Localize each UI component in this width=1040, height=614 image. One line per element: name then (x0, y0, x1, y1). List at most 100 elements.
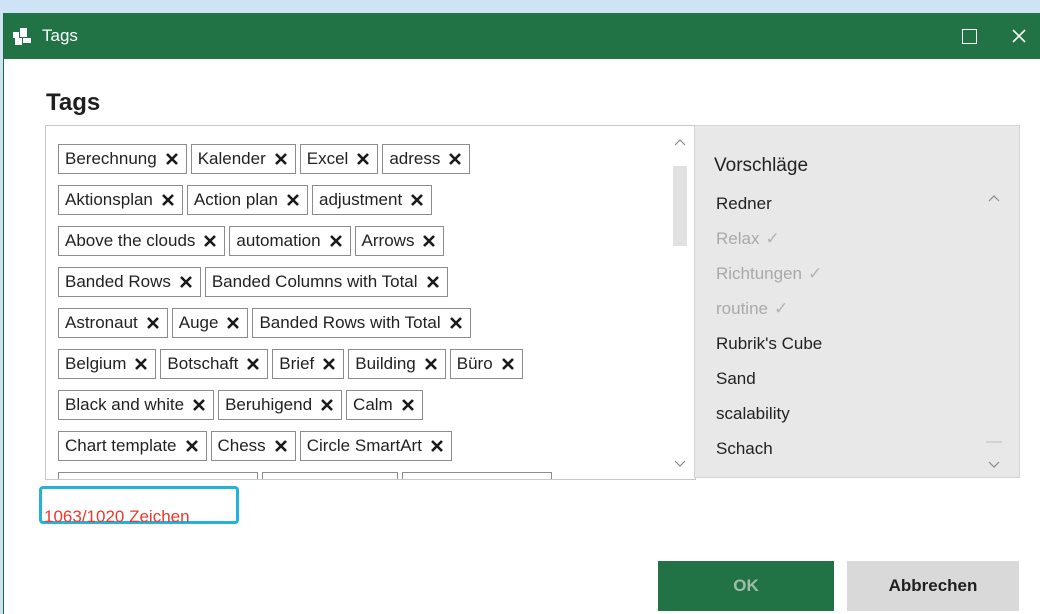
suggestion-item[interactable]: routine ✓ (716, 299, 788, 319)
tag-chip[interactable]: Brief (272, 349, 345, 379)
tag-label: Banded Columns with Total (211, 272, 418, 291)
suggestion-label: routine (716, 299, 768, 318)
scroll-thumb[interactable] (986, 441, 1002, 443)
remove-tag-icon[interactable] (286, 193, 300, 207)
tag-chip[interactable]: Chart template (58, 431, 207, 461)
tag-chip[interactable]: Büro (449, 349, 523, 379)
tag-label: Büro (456, 354, 493, 373)
tag-chip[interactable]: Arrows (354, 226, 445, 256)
tag-row: Belgium Botschaft Brief Building Büro (58, 349, 523, 379)
remove-tag-icon[interactable] (226, 316, 240, 330)
close-icon (1012, 29, 1026, 43)
tag-chip[interactable]: Auge (171, 308, 249, 338)
remove-tag-icon[interactable] (146, 316, 160, 330)
tag-chip[interactable]: Chess (210, 431, 296, 461)
scroll-up-icon[interactable] (674, 138, 686, 146)
remove-tag-icon[interactable] (448, 152, 462, 166)
ok-button[interactable]: OK (658, 561, 834, 611)
scroll-up-icon[interactable] (988, 194, 1000, 202)
tag-label: Banded Rows (65, 272, 171, 291)
remove-tag-icon[interactable] (424, 357, 438, 371)
suggestion-item[interactable]: Schild (716, 474, 762, 477)
tag-label: Excel (306, 149, 349, 168)
suggestions-panel: Vorschläge Redner Relax ✓ Richtungen ✓ routin… (694, 125, 1020, 478)
remove-tag-icon[interactable] (165, 152, 179, 166)
tag-chip[interactable]: Aktionsplan (58, 185, 183, 215)
tag-list[interactable]: Berechnung Kalender Excel adress Aktionsplan… (45, 125, 696, 480)
remove-tag-icon[interactable] (274, 152, 288, 166)
tag-row-partial (58, 472, 552, 479)
remove-tag-icon[interactable] (203, 234, 217, 248)
maximize-button[interactable] (946, 21, 992, 51)
suggestion-item[interactable]: Richtungen ✓ (716, 264, 822, 284)
suggestion-item[interactable]: Redner (716, 194, 772, 214)
tag-chip[interactable]: Above the clouds (58, 226, 226, 256)
tag-chip[interactable]: Botschaft (160, 349, 269, 379)
tag-chip[interactable] (402, 472, 552, 479)
tag-chip[interactable]: adress (382, 144, 471, 174)
title-bar: Tags (4, 13, 1040, 59)
scroll-down-icon[interactable] (988, 461, 1000, 469)
suggestion-item[interactable]: Relax ✓ (716, 229, 780, 249)
checkmark-icon: ✓ (808, 264, 823, 283)
remove-tag-icon[interactable] (161, 193, 175, 207)
remove-tag-icon[interactable] (134, 357, 148, 371)
tag-chip[interactable]: Beruhigend (218, 390, 343, 420)
suggestion-item[interactable]: scalability (716, 404, 790, 424)
scroll-down-icon[interactable] (674, 460, 686, 468)
tag-chip[interactable] (58, 472, 258, 479)
remove-tag-icon[interactable] (501, 357, 515, 371)
tag-chip[interactable]: Astronaut (58, 308, 168, 338)
suggestions-scrollbar[interactable] (979, 184, 1009, 474)
tag-chip[interactable]: Excel (299, 144, 379, 174)
remove-tag-icon[interactable] (426, 275, 440, 289)
remove-tag-icon[interactable] (320, 398, 334, 412)
tag-label: Berechnung (65, 149, 157, 168)
remove-tag-icon[interactable] (430, 439, 444, 453)
suggestion-item[interactable]: Sand (716, 369, 756, 389)
tag-chip[interactable]: Action plan (186, 185, 309, 215)
tag-label: Brief (279, 354, 315, 373)
suggestions-title: Vorschläge (714, 155, 809, 176)
tag-chip[interactable]: Black and white (58, 390, 215, 420)
tag-chip[interactable] (262, 472, 398, 479)
tag-chip[interactable]: Circle SmartArt (299, 431, 452, 461)
tag-row: Chart template Chess Circle SmartArt (58, 431, 452, 461)
remove-tag-icon[interactable] (274, 439, 288, 453)
tag-label: Botschaft (167, 354, 239, 373)
remove-tag-icon[interactable] (401, 398, 415, 412)
tag-label: Auge (178, 313, 219, 332)
remove-tag-icon[interactable] (246, 357, 260, 371)
suggestion-item[interactable]: Rubrik's Cube (716, 334, 822, 354)
remove-tag-icon[interactable] (410, 193, 424, 207)
tag-chip[interactable]: Calm (346, 390, 423, 420)
suggestion-label: Schild (716, 474, 762, 477)
remove-tag-icon[interactable] (356, 152, 370, 166)
tag-chip[interactable]: Banded Rows with Total (252, 308, 471, 338)
tag-chip[interactable]: Belgium (58, 349, 157, 379)
tag-chip[interactable]: adjustment (312, 185, 433, 215)
tag-chip[interactable]: automation (229, 226, 351, 256)
cancel-button[interactable]: Abbrechen (847, 561, 1019, 611)
remove-tag-icon[interactable] (449, 316, 463, 330)
tag-chip[interactable]: Berechnung (58, 144, 187, 174)
remove-tag-icon[interactable] (422, 234, 436, 248)
tag-chip[interactable]: Building (348, 349, 446, 379)
remove-tag-icon[interactable] (185, 439, 199, 453)
remove-tag-icon[interactable] (322, 357, 336, 371)
tag-label: Beruhigend (225, 395, 313, 414)
tag-label: automation (236, 231, 321, 250)
tag-chip[interactable]: Banded Columns with Total (204, 267, 448, 297)
tag-chip[interactable]: Banded Rows (58, 267, 201, 297)
tag-label: Circle SmartArt (306, 436, 422, 455)
suggestion-item[interactable]: Schach (716, 439, 773, 459)
remove-tag-icon[interactable] (179, 275, 193, 289)
scroll-thumb[interactable] (673, 166, 687, 246)
maximize-icon (961, 28, 977, 44)
tag-row: Astronaut Auge Banded Rows with Total (58, 308, 471, 338)
tag-list-scrollbar[interactable] (670, 126, 690, 478)
close-button[interactable] (997, 21, 1040, 51)
remove-tag-icon[interactable] (192, 398, 206, 412)
remove-tag-icon[interactable] (329, 234, 343, 248)
tag-chip[interactable]: Kalender (190, 144, 296, 174)
